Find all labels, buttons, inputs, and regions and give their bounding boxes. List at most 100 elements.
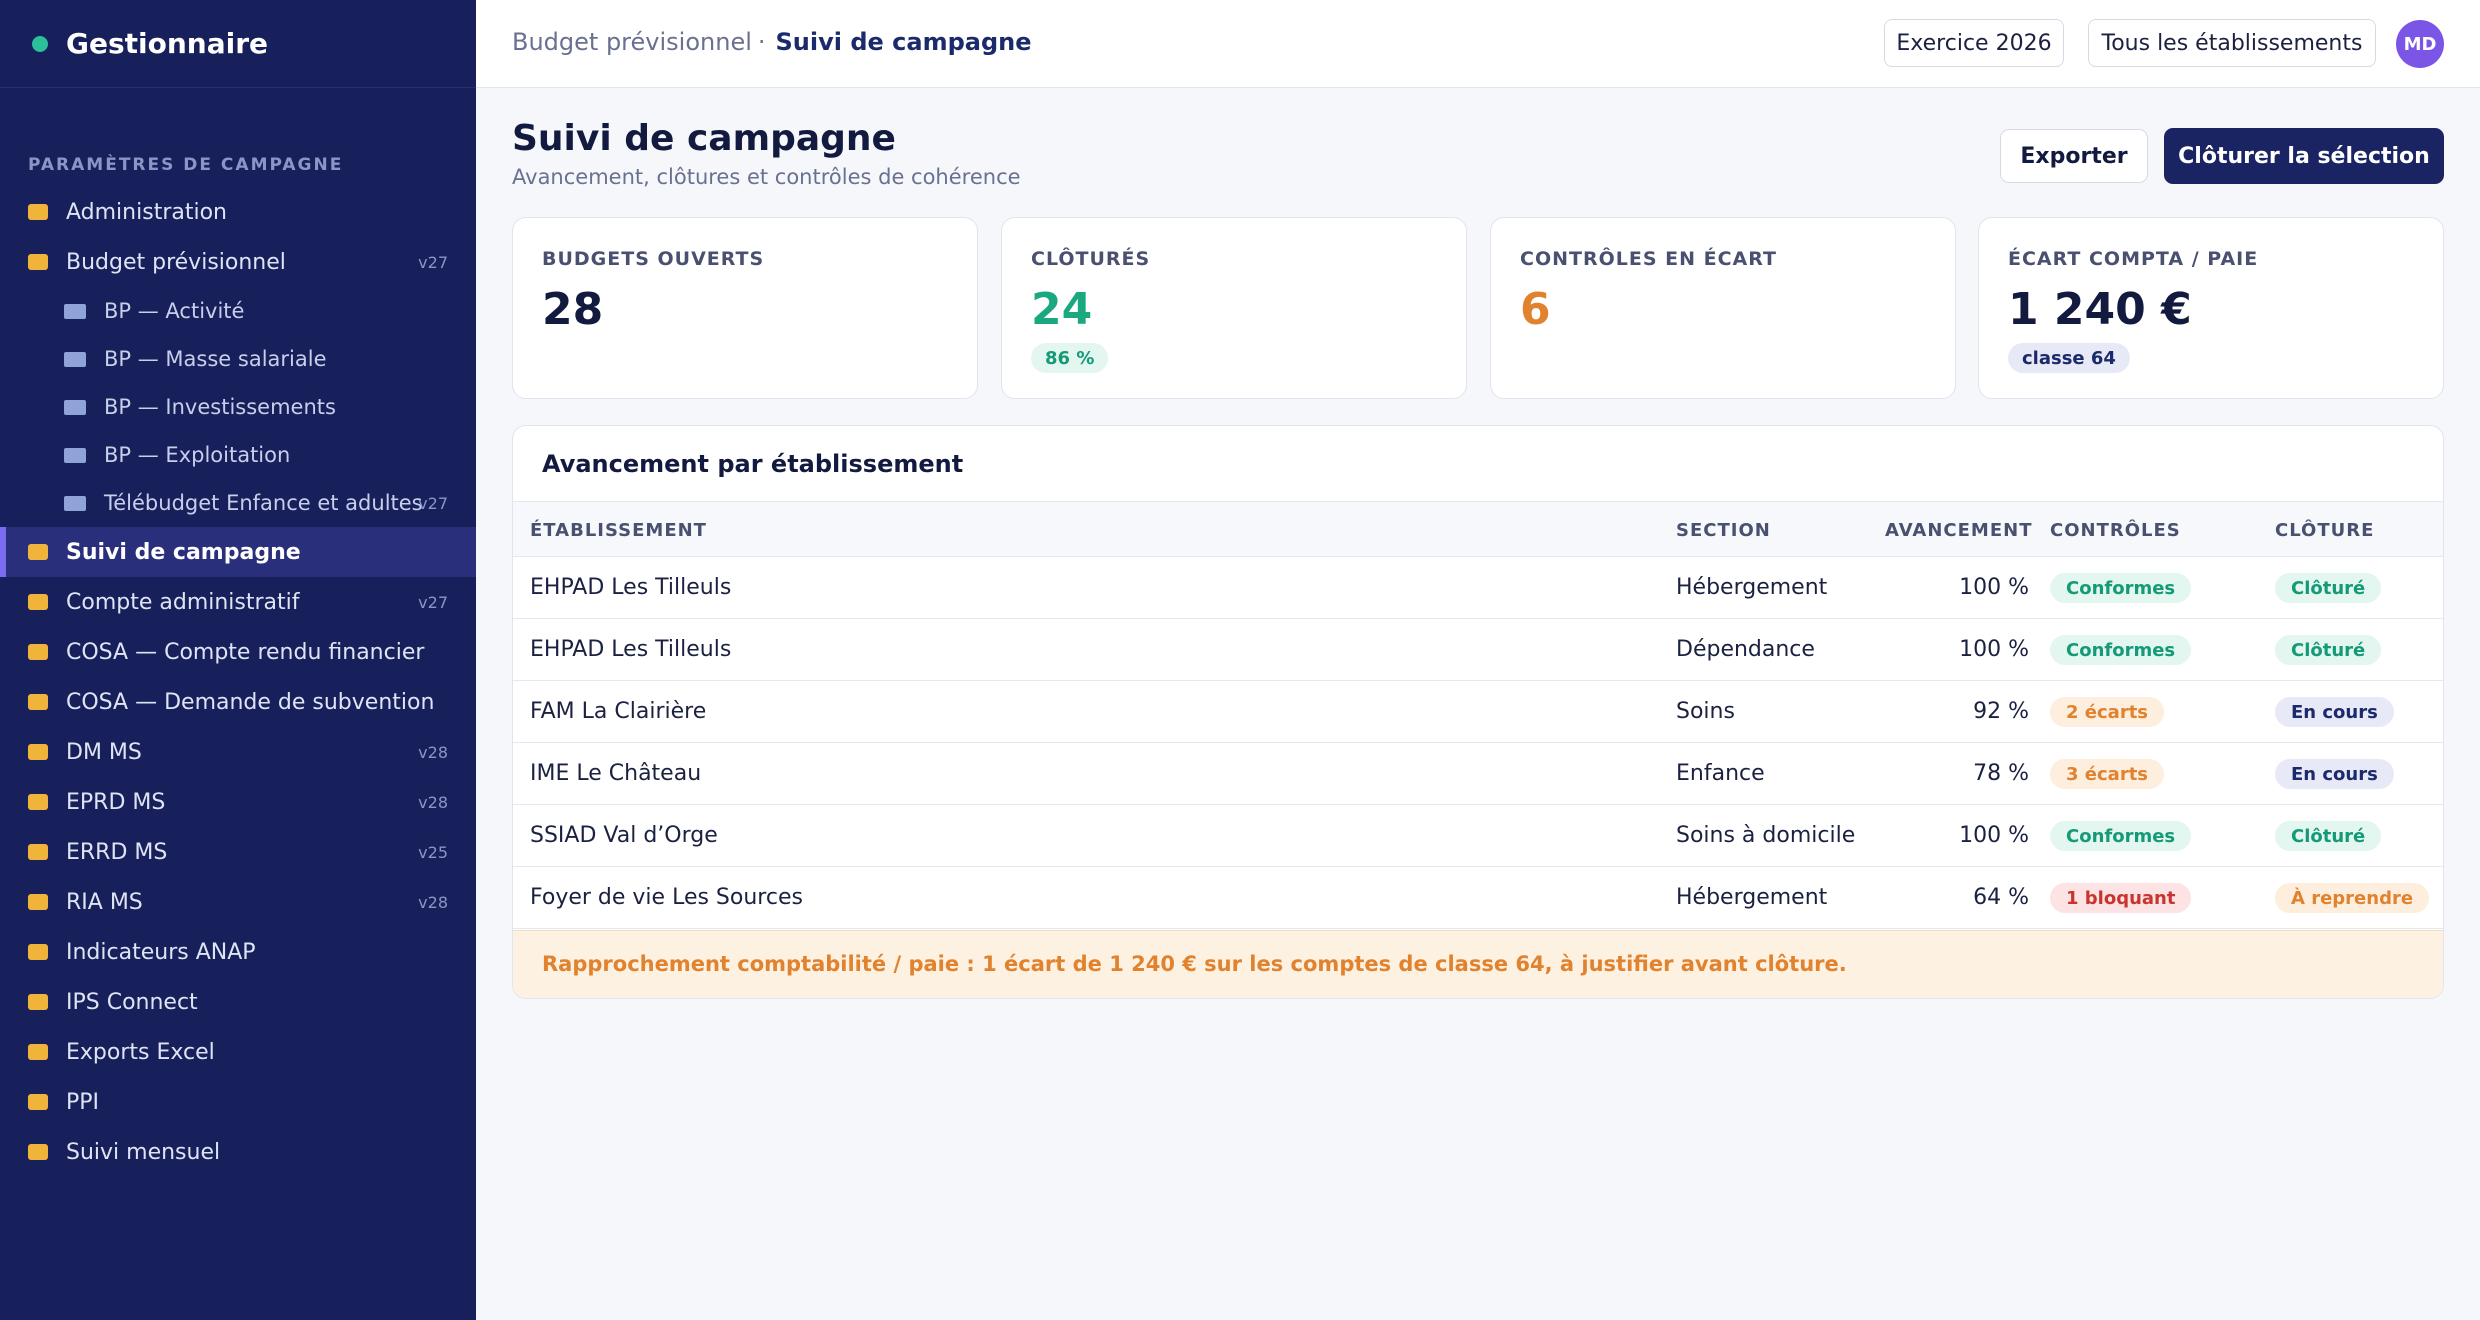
table-row[interactable]: FAM La Clairière Soins 92 % 2 écarts En cour… bbox=[513, 681, 2443, 743]
sidebar-item[interactable]: RIA MS v28 bbox=[0, 877, 476, 927]
sidebar-item-label: COSA — Demande de subvention bbox=[66, 689, 435, 715]
kpi-value: 28 bbox=[542, 284, 604, 335]
closure-status-badge: À reprendre bbox=[2275, 883, 2430, 913]
table-header: ÉTABLISSEMENT SECTION AVANCEMENT CONTRÔL… bbox=[513, 501, 2443, 557]
table-row[interactable]: EHPAD Les Tilleuls Dépendance 100 % Conform… bbox=[513, 619, 2443, 681]
controls-status-badge: Conformes bbox=[2050, 821, 2192, 851]
brand[interactable]: Gestionnaire bbox=[0, 0, 476, 88]
sidebar-item[interactable]: BP — Activité bbox=[0, 287, 476, 335]
folder-icon bbox=[28, 694, 48, 710]
sidebar-item-label: PPI bbox=[66, 1089, 100, 1115]
establishment-progress-panel: Avancement par établissement ÉTABLISSEME… bbox=[512, 425, 2444, 999]
controls-status-badge: 1 bloquant bbox=[2050, 883, 2192, 913]
kpi-card-control-gaps: CONTRÔLES EN ÉCART 6 bbox=[1490, 217, 1956, 399]
topbar: Budget prévisionnel · Suivi de campagne Ex… bbox=[476, 0, 2480, 88]
sidebar-item-label: ERRD MS bbox=[66, 839, 168, 865]
closure-status-badge: Clôturé bbox=[2275, 635, 2382, 665]
folder-icon bbox=[28, 544, 48, 560]
column-header-closure[interactable]: CLÔTURE bbox=[2275, 520, 2374, 541]
table-row[interactable]: EHPAD Les Tilleuls Hébergement 100 % Confor… bbox=[513, 557, 2443, 619]
cell-progress: 78 % bbox=[1973, 761, 2029, 786]
folder-icon bbox=[28, 254, 48, 270]
status-dot-icon bbox=[32, 35, 48, 52]
column-header-progress[interactable]: AVANCEMENT bbox=[1885, 520, 2032, 541]
sidebar-item[interactable]: Compte administratif v27 bbox=[0, 577, 476, 627]
kpi-badge: classe 64 bbox=[2008, 343, 2130, 373]
column-header-controls[interactable]: CONTRÔLES bbox=[2050, 520, 2181, 541]
export-button[interactable]: Exporter bbox=[2000, 129, 2148, 183]
cell-progress: 92 % bbox=[1973, 699, 2029, 724]
sidebar-item-label: Télébudget Enfance et adultes bbox=[104, 491, 423, 515]
sidebar-item-label: COSA — Compte rendu financier bbox=[66, 639, 425, 665]
cell-establishment: Foyer de vie Les Sources bbox=[530, 885, 803, 910]
cell-section: Dépendance bbox=[1676, 637, 1815, 662]
sidebar-item[interactable]: BP — Exploitation bbox=[0, 431, 476, 479]
version-badge: v25 bbox=[418, 842, 448, 862]
kpi-label: CLÔTURÉS bbox=[1031, 248, 1151, 270]
sidebar-item[interactable]: Administration bbox=[0, 187, 476, 237]
kpi-card-accounting-gap: ÉCART COMPTA / PAIE 1 240 € classe 64 bbox=[1978, 217, 2444, 399]
column-header-section[interactable]: SECTION bbox=[1676, 520, 1771, 541]
sidebar-item-label: BP — Activité bbox=[104, 299, 245, 323]
table-row[interactable]: IME Le Château Enfance 78 % 3 écarts En cour… bbox=[513, 743, 2443, 805]
sidebar-item[interactable]: BP — Masse salariale bbox=[0, 335, 476, 383]
close-selection-button[interactable]: Clôturer la sélection bbox=[2164, 128, 2444, 184]
sidebar-item[interactable]: DM MS v28 bbox=[0, 727, 476, 777]
sidebar-item[interactable]: Exports Excel bbox=[0, 1027, 476, 1077]
sidebar-item-label: Administration bbox=[66, 199, 227, 225]
kpi-label: CONTRÔLES EN ÉCART bbox=[1520, 248, 1777, 270]
cell-progress: 100 % bbox=[1959, 575, 2029, 600]
sidebar-item[interactable]: IPS Connect bbox=[0, 977, 476, 1027]
cell-section: Soins à domicile bbox=[1676, 823, 1856, 848]
nav-section-title: PARAMÈTRES DE CAMPAGNE bbox=[28, 155, 344, 175]
sidebar-item[interactable]: Télébudget Enfance et adultes v27 bbox=[0, 479, 476, 527]
version-badge: v27 bbox=[418, 592, 448, 612]
sidebar-item[interactable]: COSA — Demande de subvention bbox=[0, 677, 476, 727]
sidebar-nav: Administration Budget prévisionnel v27 BP —… bbox=[0, 187, 476, 1177]
brand-name: Gestionnaire bbox=[66, 27, 269, 60]
sidebar-item[interactable]: BP — Investissements bbox=[0, 383, 476, 431]
sidebar-item[interactable]: Suivi mensuel bbox=[0, 1127, 476, 1177]
cell-establishment: FAM La Clairière bbox=[530, 699, 707, 724]
folder-icon bbox=[28, 1144, 48, 1160]
sidebar-item[interactable]: COSA — Compte rendu financier bbox=[0, 627, 476, 677]
folder-icon bbox=[28, 944, 48, 960]
folder-icon bbox=[64, 303, 86, 319]
version-badge: v27 bbox=[418, 493, 448, 513]
table-row[interactable]: SSIAD Val d’Orge Soins à domicile 100 % Con… bbox=[513, 805, 2443, 867]
controls-status-badge: 3 écarts bbox=[2050, 759, 2165, 789]
closure-status-badge: Clôturé bbox=[2275, 573, 2382, 603]
cell-establishment: EHPAD Les Tilleuls bbox=[530, 637, 732, 662]
breadcrumb-parent[interactable]: Budget prévisionnel bbox=[512, 28, 752, 56]
cell-establishment: IME Le Château bbox=[530, 761, 702, 786]
sidebar-item-label: RIA MS bbox=[66, 889, 143, 915]
sidebar-item-label: BP — Investissements bbox=[104, 395, 336, 419]
controls-status-badge: Conformes bbox=[2050, 573, 2192, 603]
sidebar-item[interactable]: ERRD MS v25 bbox=[0, 827, 476, 877]
sidebar-item-label: BP — Masse salariale bbox=[104, 347, 327, 371]
reconciliation-warning: Rapprochement comptabilité / paie : 1 éc… bbox=[513, 930, 2443, 998]
version-badge: v28 bbox=[418, 742, 448, 762]
sidebar-item-label: EPRD MS bbox=[66, 789, 166, 815]
version-badge: v28 bbox=[418, 792, 448, 812]
folder-icon bbox=[28, 204, 48, 220]
sidebar-item[interactable]: EPRD MS v28 bbox=[0, 777, 476, 827]
sidebar-item[interactable]: Indicateurs ANAP bbox=[0, 927, 476, 977]
establishment-scope-selector[interactable]: Tous les établissements bbox=[2088, 19, 2376, 67]
sidebar-item-label: Suivi mensuel bbox=[66, 1139, 221, 1165]
folder-icon bbox=[28, 894, 48, 910]
cell-section: Hébergement bbox=[1676, 575, 1828, 600]
sidebar-item-label: Suivi de campagne bbox=[66, 539, 301, 565]
avatar[interactable]: MD bbox=[2396, 20, 2444, 68]
folder-icon bbox=[64, 447, 86, 463]
table-row[interactable]: Foyer de vie Les Sources Hébergement 64 % 1… bbox=[513, 867, 2443, 929]
sidebar-item[interactable]: Suivi de campagne bbox=[0, 527, 476, 577]
column-header-establishment[interactable]: ÉTABLISSEMENT bbox=[530, 520, 707, 541]
cell-progress: 64 % bbox=[1973, 885, 2029, 910]
sidebar-item[interactable]: Budget prévisionnel v27 bbox=[0, 237, 476, 287]
sidebar-item[interactable]: PPI bbox=[0, 1077, 476, 1127]
folder-icon bbox=[28, 844, 48, 860]
exercise-selector-box[interactable]: Exercice 2026 bbox=[1884, 19, 2064, 67]
sidebar-item-label: Exports Excel bbox=[66, 1039, 215, 1065]
kpi-badge: 86 % bbox=[1031, 343, 1109, 373]
